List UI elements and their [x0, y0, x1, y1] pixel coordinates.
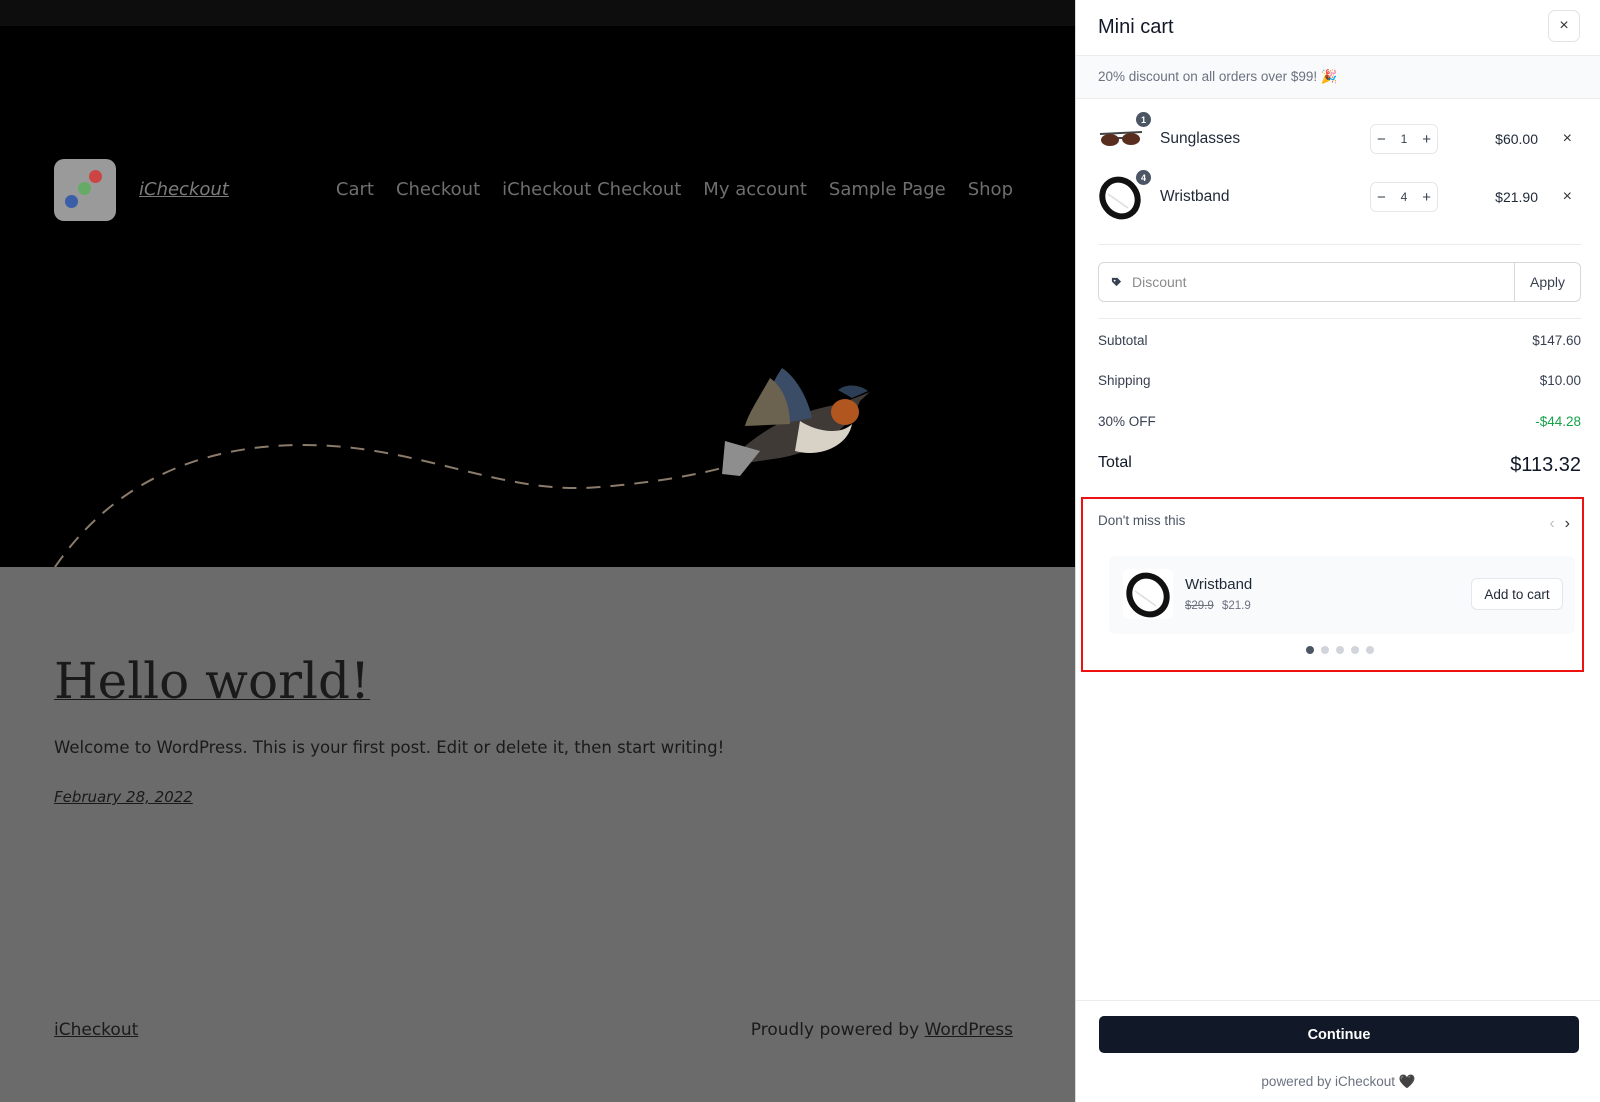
- cart-item: 4 Wristband − 4 + $21.90 ×: [1098, 168, 1581, 226]
- wristband-icon: [1126, 572, 1170, 618]
- mini-cart-header: Mini cart ×: [1076, 0, 1600, 56]
- cart-items: 1 Sunglasses − 1 + $60.00 × 4 Wristband …: [1098, 110, 1581, 226]
- quantity-stepper: − 4 +: [1370, 182, 1438, 212]
- close-icon: ×: [1559, 17, 1569, 34]
- carousel-dot[interactable]: [1306, 646, 1314, 654]
- increase-button[interactable]: +: [1422, 189, 1431, 206]
- discount-value: -$44.28: [1535, 414, 1581, 429]
- chevron-right-icon[interactable]: ›: [1565, 515, 1570, 533]
- remove-item-button[interactable]: ×: [1538, 130, 1572, 148]
- shipping-label: Shipping: [1098, 373, 1151, 388]
- quantity-badge: 1: [1136, 112, 1151, 127]
- discount-form: Apply: [1098, 262, 1581, 302]
- item-price: $21.90: [1495, 189, 1538, 205]
- shipping-row: Shipping $10.00: [1098, 373, 1581, 388]
- cart-item: 1 Sunglasses − 1 + $60.00 ×: [1098, 110, 1581, 168]
- quantity-value[interactable]: 1: [1401, 132, 1408, 146]
- sunglasses-thumbnail: 1: [1098, 112, 1151, 162]
- discount-row: 30% OFF -$44.28: [1098, 414, 1581, 429]
- close-button[interactable]: ×: [1548, 10, 1580, 42]
- discount-label: 30% OFF: [1098, 414, 1156, 429]
- decrease-button[interactable]: −: [1377, 189, 1386, 206]
- footer-credit-prefix: Proudly powered by: [750, 1020, 925, 1040]
- powered-by-label: powered by iCheckout 🖤: [1261, 1074, 1416, 1089]
- discount-input[interactable]: [1099, 263, 1514, 301]
- upsell-product-card: Wristband $29.9 $21.9 Add to cart: [1109, 556, 1575, 634]
- post-excerpt: Welcome to WordPress. This is your first…: [54, 738, 725, 757]
- tag-icon: [1111, 277, 1122, 287]
- upsell-new-price: $21.9: [1222, 600, 1251, 612]
- upsell-old-price: $29.9: [1185, 600, 1214, 612]
- increase-button[interactable]: +: [1422, 131, 1431, 148]
- mini-cart-panel: Mini cart × 20% discount on all orders o…: [1075, 0, 1600, 1102]
- quantity-badge: 4: [1136, 170, 1151, 185]
- hero-bird-illustration: [54, 368, 870, 567]
- apply-button[interactable]: Apply: [1514, 263, 1580, 301]
- chevron-left-icon[interactable]: ‹: [1549, 515, 1554, 533]
- post-title[interactable]: Hello world!: [54, 652, 370, 710]
- upsell-arrows: ‹ ›: [1549, 515, 1570, 533]
- mini-cart-footer: Continue powered by iCheckout 🖤: [1076, 1000, 1600, 1102]
- item-name: Sunglasses: [1160, 130, 1241, 147]
- wordpress-link[interactable]: WordPress: [925, 1020, 1013, 1040]
- upsell-section: Don't miss this ‹ › Wristband $29.9 $21.…: [1081, 497, 1584, 672]
- footer-site-title[interactable]: iCheckout: [54, 1020, 138, 1040]
- upsell-title: Don't miss this: [1098, 513, 1186, 528]
- add-to-cart-button[interactable]: Add to cart: [1471, 578, 1563, 610]
- quantity-stepper: − 1 +: [1370, 124, 1438, 154]
- upsell-thumbnail: [1123, 569, 1173, 619]
- shipping-value: $10.00: [1539, 373, 1581, 388]
- promo-banner: 20% discount on all orders over $99! 🎉: [1076, 56, 1600, 99]
- total-row: Total $113.32: [1098, 454, 1581, 477]
- quantity-value[interactable]: 4: [1401, 190, 1408, 204]
- continue-button[interactable]: Continue: [1099, 1016, 1579, 1053]
- carousel-dot[interactable]: [1366, 646, 1374, 654]
- divider: [1098, 318, 1581, 319]
- carousel-dots: [1306, 646, 1374, 654]
- footer-credit: Proudly powered by WordPress: [751, 1020, 1013, 1040]
- carousel-dot[interactable]: [1321, 646, 1329, 654]
- item-name: Wristband: [1160, 188, 1230, 205]
- total-value: $113.32: [1510, 454, 1581, 476]
- subtotal-row: Subtotal $147.60: [1098, 333, 1581, 348]
- mini-cart-title: Mini cart: [1098, 16, 1174, 38]
- admin-bar: [0, 0, 1075, 26]
- total-label: Total: [1098, 454, 1132, 471]
- subtotal-label: Subtotal: [1098, 333, 1148, 348]
- decrease-button[interactable]: −: [1377, 131, 1386, 148]
- background-site: iCheckout Cart Checkout iCheckout Checko…: [0, 0, 1075, 1102]
- subtotal-value: $147.60: [1532, 333, 1581, 348]
- divider: [1098, 244, 1581, 245]
- upsell-product-name: Wristband: [1185, 576, 1253, 593]
- item-price: $60.00: [1495, 131, 1538, 147]
- carousel-dot[interactable]: [1336, 646, 1344, 654]
- site-header: iCheckout Cart Checkout iCheckout Checko…: [0, 26, 1075, 567]
- wristband-thumbnail: 4: [1098, 170, 1151, 220]
- carousel-dot[interactable]: [1351, 646, 1359, 654]
- bird-icon: [722, 368, 870, 476]
- remove-item-button[interactable]: ×: [1538, 188, 1572, 206]
- post-date[interactable]: February 28, 2022: [54, 788, 193, 806]
